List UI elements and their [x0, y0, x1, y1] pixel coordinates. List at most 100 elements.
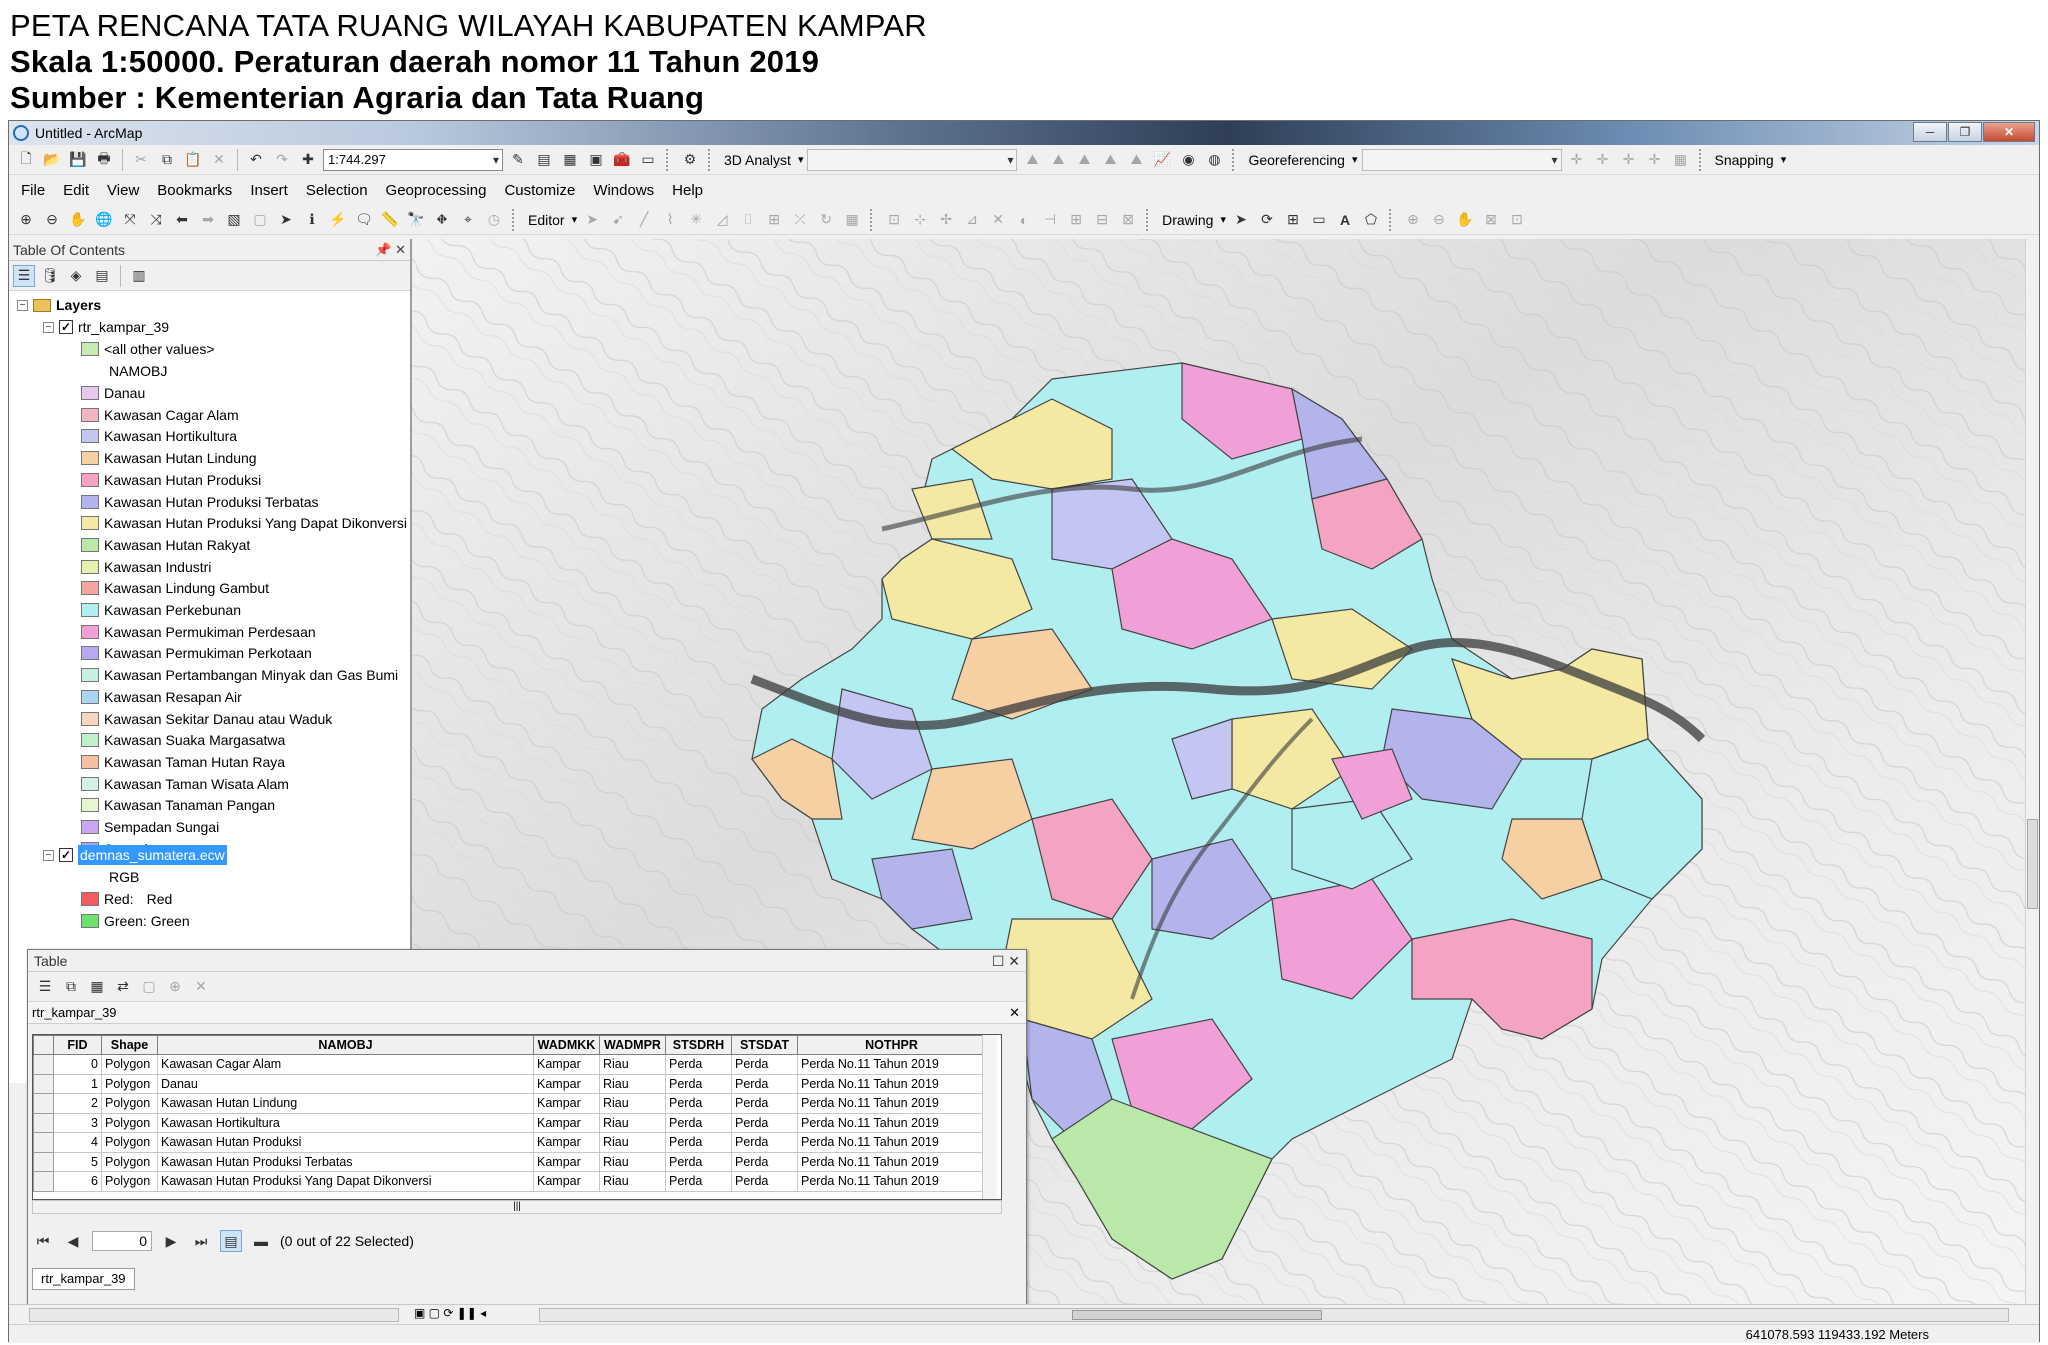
- table-cell[interactable]: Perda: [731, 1073, 798, 1094]
- table-cell[interactable]: Perda: [665, 1151, 732, 1172]
- title-bar[interactable]: Untitled - ArcMap ─ ❐ ✕: [9, 121, 2039, 145]
- menu-selection[interactable]: Selection: [306, 182, 368, 199]
- search-window-icon[interactable]: ▣: [585, 149, 607, 171]
- close-button[interactable]: ✕: [1983, 122, 2035, 142]
- identify-icon[interactable]: ℹ: [301, 209, 323, 231]
- table-cell[interactable]: Riau: [599, 1171, 666, 1192]
- pin-icon[interactable]: 📌: [375, 242, 391, 257]
- cut-icon[interactable]: ✂: [130, 149, 152, 171]
- legend-swatch[interactable]: [81, 537, 99, 552]
- edit-annotation-icon[interactable]: ➹: [607, 209, 629, 231]
- layer-visibility-checkbox[interactable]: ✓: [59, 848, 73, 862]
- table-cell[interactable]: 0: [53, 1054, 102, 1075]
- maximize-icon[interactable]: ☐: [992, 953, 1005, 969]
- table-cell[interactable]: Kampar: [533, 1054, 600, 1075]
- map-horizontal-scrollbar[interactable]: [539, 1308, 2009, 1322]
- table-cell[interactable]: 6: [53, 1171, 102, 1192]
- legend-swatch[interactable]: [81, 494, 99, 509]
- table-cell[interactable]: Kawasan Hortikultura: [157, 1112, 534, 1133]
- table-cell[interactable]: Perda: [731, 1054, 798, 1075]
- column-header-stsdat[interactable]: STSDAT: [731, 1035, 798, 1055]
- layout-view-icon[interactable]: ▣ ▢ ⟳ ❚❚ ◂: [414, 1306, 486, 1320]
- attributes-icon[interactable]: ▦: [841, 209, 863, 231]
- menu-edit[interactable]: Edit: [63, 182, 89, 199]
- first-record-icon[interactable]: ⏮: [32, 1230, 54, 1252]
- print-icon[interactable]: 🖶: [93, 149, 115, 171]
- band-green[interactable]: Green: Green: [81, 911, 190, 931]
- table-cell[interactable]: Perda: [665, 1073, 732, 1094]
- topology-icon[interactable]: ⊣: [1039, 209, 1061, 231]
- zoom-in-icon[interactable]: ⊕: [15, 209, 37, 231]
- georef-tool-icon[interactable]: ✛: [1592, 149, 1614, 171]
- cut-polygons-icon[interactable]: ⊞: [763, 209, 785, 231]
- topology-icon[interactable]: ⊟: [1091, 209, 1113, 231]
- topology-icon[interactable]: ◐: [1013, 209, 1035, 231]
- legend-swatch[interactable]: [81, 820, 99, 834]
- layer-name-selected[interactable]: demnas_sumatera.ecw: [78, 845, 227, 865]
- table-cell[interactable]: 4: [53, 1132, 102, 1153]
- legend-swatch[interactable]: [81, 776, 99, 791]
- column-header-wadmkk[interactable]: WADMKK: [533, 1035, 600, 1055]
- rotate-element-icon[interactable]: ⟳: [1256, 209, 1278, 231]
- layout-tool-icon[interactable]: ✋: [1454, 209, 1476, 231]
- paste-icon[interactable]: 📋: [182, 149, 204, 171]
- table-cell[interactable]: Kawasan Hutan Produksi Yang Dapat Dikonv…: [157, 1171, 534, 1192]
- legend-swatch[interactable]: [81, 472, 99, 487]
- legend-swatch[interactable]: [81, 733, 99, 748]
- legend-swatch[interactable]: [81, 798, 99, 813]
- table-title-bar[interactable]: Table ☐ ✕: [28, 950, 1026, 972]
- legend-item[interactable]: Kawasan Cagar Alam: [81, 405, 239, 425]
- close-icon[interactable]: ✕: [1009, 1002, 1020, 1024]
- scroll-thumb[interactable]: [2027, 819, 2038, 909]
- table-cell[interactable]: 1: [53, 1073, 102, 1094]
- legend-item[interactable]: Kawasan Perkebunan: [81, 600, 241, 620]
- menu-windows[interactable]: Windows: [593, 182, 654, 199]
- delete-selected-icon[interactable]: ✕: [190, 976, 212, 998]
- row-selector[interactable]: [33, 1054, 54, 1075]
- topology-icon[interactable]: ⊠: [1117, 209, 1139, 231]
- find-icon[interactable]: 🔭: [405, 209, 427, 231]
- green-swatch[interactable]: [81, 914, 99, 928]
- table-row[interactable]: 6 Polygon Kawasan Hutan Produksi Yang Dapa…: [33, 1171, 986, 1192]
- switch-selection-icon[interactable]: ⇄: [112, 976, 134, 998]
- edit-vertices-icon[interactable]: ⬠: [1360, 209, 1382, 231]
- go-to-xy-icon[interactable]: ⌖: [457, 209, 479, 231]
- legend-swatch[interactable]: [81, 386, 99, 400]
- toolbar-grip[interactable]: [870, 208, 876, 231]
- arctoolbox-icon[interactable]: 🧰: [611, 149, 633, 171]
- table-cell[interactable]: Perda No.11 Tahun 2019: [797, 1054, 986, 1075]
- undo-icon[interactable]: ↶: [245, 149, 267, 171]
- table-cell[interactable]: Perda: [731, 1171, 798, 1192]
- row-selector[interactable]: [33, 1151, 54, 1172]
- table-cell[interactable]: Perda: [665, 1112, 732, 1133]
- table-cell[interactable]: Riau: [599, 1073, 666, 1094]
- legend-item[interactable]: Kawasan Tanaman Pangan: [81, 795, 275, 815]
- legend-item[interactable]: Kawasan Suaka Margasatwa: [81, 730, 285, 750]
- topology-icon[interactable]: ⊹: [909, 209, 931, 231]
- collapse-icon[interactable]: −: [17, 299, 28, 311]
- legend-swatch[interactable]: [81, 689, 99, 704]
- options-icon[interactable]: ▥: [128, 265, 150, 287]
- list-by-source-icon[interactable]: 🛢: [39, 265, 61, 287]
- table-cell[interactable]: Perda No.11 Tahun 2019: [797, 1073, 986, 1094]
- table-cell[interactable]: Kampar: [533, 1171, 600, 1192]
- table-cell[interactable]: Perda: [731, 1112, 798, 1133]
- select-elements-icon[interactable]: ➤: [1230, 209, 1252, 231]
- table-cell[interactable]: Perda No.11 Tahun 2019: [797, 1132, 986, 1153]
- toolbar-grip[interactable]: [1232, 148, 1238, 171]
- analyst-tool-icon[interactable]: ⛰: [1021, 149, 1043, 171]
- legend-item[interactable]: Danau: [81, 383, 145, 403]
- topology-icon[interactable]: ✕: [987, 209, 1009, 231]
- legend-swatch[interactable]: [81, 668, 99, 683]
- table-cell[interactable]: Perda No.11 Tahun 2019: [797, 1171, 986, 1192]
- table-options-icon[interactable]: ☰: [34, 976, 56, 998]
- legend-item[interactable]: Kawasan Permukiman Perkotaan: [81, 643, 312, 663]
- column-header-wadmpr[interactable]: WADMPR: [599, 1035, 666, 1055]
- map-vertical-scrollbar[interactable]: [2025, 239, 2039, 1304]
- table-cell[interactable]: Polygon: [101, 1132, 158, 1153]
- column-header-namobj[interactable]: NAMOBJ: [157, 1035, 534, 1055]
- table-cell[interactable]: Perda: [731, 1132, 798, 1153]
- georef-tool-icon[interactable]: ✛: [1618, 149, 1640, 171]
- toolbar-grip[interactable]: [666, 148, 672, 171]
- arcglobe-icon[interactable]: ◉: [1177, 149, 1199, 171]
